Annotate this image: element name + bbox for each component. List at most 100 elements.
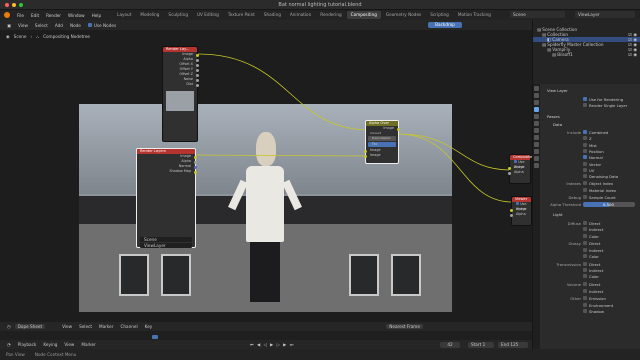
snap-mode-dropdown[interactable]: Nearest Frame: [386, 324, 423, 329]
properties-tab-icon[interactable]: [534, 100, 539, 105]
sample-count-checkbox[interactable]: [583, 195, 587, 199]
dope-menu-key[interactable]: Key: [142, 324, 156, 329]
output-socket[interactable]: [194, 170, 197, 174]
properties-tab-icon[interactable]: [534, 149, 539, 154]
light-pass-checkbox[interactable]: [583, 261, 587, 266]
light-pass-checkbox[interactable]: [583, 302, 587, 307]
timeline-track[interactable]: [0, 331, 532, 340]
workspace-tab-scripting[interactable]: Scripting: [426, 11, 453, 19]
menu-file[interactable]: File: [14, 13, 27, 18]
workspace-tab-uv-editing[interactable]: UV Editing: [193, 11, 223, 19]
pass-checkbox[interactable]: [583, 148, 587, 153]
pass-checkbox[interactable]: [583, 174, 587, 179]
workspace-tab-sculpting[interactable]: Sculpting: [164, 11, 192, 19]
properties-tab-icon[interactable]: [534, 86, 539, 91]
light-pass-checkbox[interactable]: [583, 296, 587, 301]
workspace-tab-layout[interactable]: Layout: [113, 11, 135, 19]
editor-type-icon[interactable]: ▣: [4, 23, 14, 28]
workspace-tab-animation[interactable]: Animation: [286, 11, 315, 19]
menu-select[interactable]: Select: [32, 23, 51, 28]
light-pass-checkbox[interactable]: [583, 221, 587, 225]
light-pass-checkbox[interactable]: [583, 288, 587, 293]
workspace-tab-shading[interactable]: Shading: [260, 11, 285, 19]
workspace-tab-motion-tracking[interactable]: Motion Tracking: [454, 11, 495, 19]
properties-tab-icon[interactable]: [534, 156, 539, 161]
node-editor-canvas[interactable]: Render Lay... Image Alpha Offset X Offset Y…: [0, 30, 532, 322]
pb-marker-menu[interactable]: Marker: [78, 342, 98, 347]
workspace-tab-modeling[interactable]: Modeling: [136, 11, 163, 19]
index-checkbox[interactable]: [583, 187, 587, 192]
dope-menu-view[interactable]: View: [59, 324, 75, 329]
start-frame-field[interactable]: Start 1: [468, 342, 494, 348]
pass-checkbox[interactable]: [583, 161, 587, 166]
current-frame-field[interactable]: 42: [440, 342, 460, 348]
properties-tab-icon[interactable]: [534, 107, 539, 112]
playback-controls[interactable]: ⏮ ◀ ◁ ▶ ▷ ▶ ⏭: [250, 342, 295, 347]
menu-window[interactable]: Window: [65, 13, 88, 18]
light-pass-checkbox[interactable]: [583, 254, 587, 258]
light-pass-checkbox[interactable]: [583, 227, 587, 232]
render-single-layer-checkbox[interactable]: [583, 103, 587, 107]
pass-checkbox[interactable]: [583, 155, 587, 160]
dope-menu-select[interactable]: Select: [76, 324, 95, 329]
editor-type-icon[interactable]: ◔: [4, 342, 14, 347]
light-pass-checkbox[interactable]: [583, 241, 587, 246]
use-nodes-checkbox[interactable]: [87, 23, 92, 27]
editor-type-icon[interactable]: ◷: [4, 324, 14, 329]
properties-tab-icon[interactable]: [534, 121, 539, 126]
outliner-item[interactable]: ▤ Bilsoff1 ☑ ◉: [533, 52, 640, 57]
playhead[interactable]: [152, 335, 158, 339]
light-pass-checkbox[interactable]: [583, 308, 587, 313]
index-checkbox[interactable]: [583, 181, 587, 186]
menu-add[interactable]: Add: [52, 23, 66, 28]
workspace-tab-compositing[interactable]: Compositing: [346, 11, 381, 19]
pass-checkbox[interactable]: [583, 167, 587, 172]
pb-view-menu[interactable]: View: [61, 342, 77, 347]
view-layer-selector[interactable]: ViewLayer: [575, 11, 635, 18]
node-render-layers[interactable]: Render Layers Image Alpha Normal Shadow Map…: [136, 148, 197, 248]
keying-menu[interactable]: Keying: [40, 342, 60, 347]
workspace-tab-rendering[interactable]: Rendering: [316, 11, 345, 19]
light-pass-checkbox[interactable]: [583, 247, 587, 252]
menu-help[interactable]: Help: [89, 13, 105, 18]
light-pass-checkbox[interactable]: [583, 268, 587, 273]
menu-render[interactable]: Render: [43, 13, 64, 18]
node-viewer[interactable]: Viewer Use Alpha Image Alpha: [510, 196, 532, 226]
menu-node[interactable]: Node: [67, 23, 84, 28]
properties-tab-icon[interactable]: [534, 135, 539, 140]
properties-tab-icon[interactable]: [534, 142, 539, 147]
node-render-layers-top[interactable]: Render Lay... Image Alpha Offset X Offset Y…: [162, 46, 199, 142]
playback-menu[interactable]: Playback: [15, 342, 40, 347]
end-frame-field[interactable]: End 125: [498, 342, 528, 348]
visibility-icon[interactable]: ☑ ◉: [628, 52, 637, 57]
pass-checkbox[interactable]: [583, 130, 587, 134]
layer-field[interactable]: ViewLayer: [140, 243, 192, 248]
dope-sheet-mode[interactable]: Dope Sheet: [14, 324, 46, 329]
backdrop-button[interactable]: Backdrop: [428, 22, 462, 28]
workspace-tab-texture-paint[interactable]: Texture Paint: [224, 11, 259, 19]
output-socket[interactable]: [196, 83, 199, 87]
use-nodes-toggle[interactable]: Use Nodes: [87, 23, 116, 28]
dope-menu-marker[interactable]: Marker: [96, 324, 116, 329]
menu-view[interactable]: View: [15, 23, 31, 28]
pass-checkbox[interactable]: [583, 142, 587, 147]
scene-selector[interactable]: Scene: [510, 11, 565, 18]
pass-checkbox[interactable]: [583, 136, 587, 141]
properties-tab-icon[interactable]: [534, 128, 539, 133]
node-composite[interactable]: Composite Use Alpha Image Alpha: [508, 154, 532, 184]
dope-menu-channel[interactable]: Channel: [117, 324, 140, 329]
node-alpha-over[interactable]: Alpha Over Image Convert Premultiplied P…: [364, 120, 400, 164]
workspace-tab-geometry-nodes[interactable]: Geometry Nodes: [382, 11, 425, 19]
use-for-rendering-checkbox[interactable]: [583, 97, 587, 101]
properties-tab-icon[interactable]: [534, 93, 539, 98]
light-pass-checkbox[interactable]: [583, 233, 587, 238]
menu-edit[interactable]: Edit: [28, 13, 42, 18]
fac-slider[interactable]: Fac: [368, 142, 396, 147]
scene-field[interactable]: Scene: [140, 237, 192, 242]
blender-logo-icon[interactable]: [4, 12, 10, 18]
properties-tab-icon[interactable]: [534, 163, 539, 168]
light-pass-checkbox[interactable]: [583, 282, 587, 287]
properties-tab-icon[interactable]: [534, 114, 539, 119]
premultiplied-field[interactable]: Premultiplied 0.000: [368, 136, 396, 145]
light-pass-checkbox[interactable]: [583, 274, 587, 279]
